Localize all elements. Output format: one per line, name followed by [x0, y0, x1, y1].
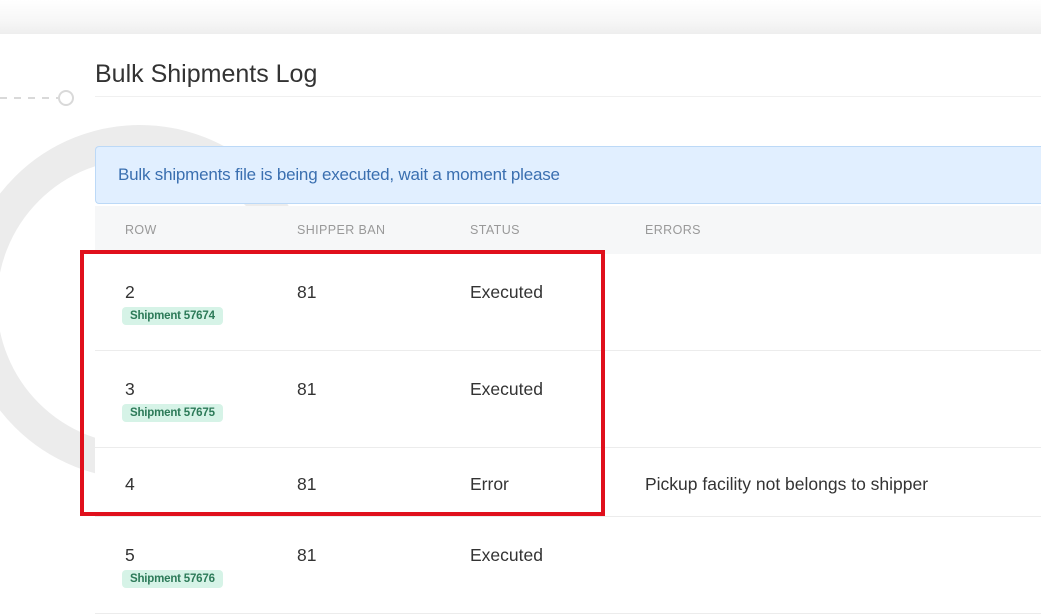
top-bar-shadow: [0, 0, 1041, 34]
column-header-row[interactable]: ROW: [125, 223, 157, 237]
row-number: 5: [125, 545, 135, 565]
shipper-ban-value: 81: [297, 545, 317, 565]
execution-info-alert: Bulk shipments file is being executed, w…: [95, 146, 1041, 204]
shipment-tag[interactable]: Shipment 57675: [122, 404, 223, 422]
page-content: Bulk Shipments Log Bulk shipments file i…: [0, 34, 1041, 614]
page-title: Bulk Shipments Log: [95, 60, 318, 88]
shipment-tag[interactable]: Shipment 57676: [122, 570, 223, 588]
column-header-errors[interactable]: ERRORS: [645, 223, 701, 237]
row-number: 3: [125, 379, 135, 399]
shipper-ban-value: 81: [297, 282, 317, 302]
table-header: ROW SHIPPER BAN STATUS ERRORS: [95, 206, 1041, 254]
errors-value: Pickup facility not belongs to shipper: [645, 474, 929, 494]
row-number: 2: [125, 282, 135, 302]
row-number: 4: [125, 474, 135, 494]
status-value: Executed: [470, 545, 543, 565]
table-row: 4 81 Error Pickup facility not belongs t…: [95, 448, 1041, 517]
title-divider: [95, 96, 1041, 97]
status-value: Executed: [470, 379, 543, 399]
table-row: 2 Shipment 57674 81 Executed: [95, 254, 1041, 351]
table-row: 5 Shipment 57676 81 Executed: [95, 517, 1041, 614]
status-value: Error: [470, 474, 509, 494]
shipper-ban-value: 81: [297, 474, 317, 494]
column-header-status[interactable]: STATUS: [470, 223, 520, 237]
table-row: 3 Shipment 57675 81 Executed: [95, 351, 1041, 448]
shipper-ban-value: 81: [297, 379, 317, 399]
status-value: Executed: [470, 282, 543, 302]
shipment-tag[interactable]: Shipment 57674: [122, 307, 223, 325]
column-header-shipper-ban[interactable]: SHIPPER BAN: [297, 223, 385, 237]
bulk-shipments-table: ROW SHIPPER BAN STATUS ERRORS 2 Shipment…: [95, 206, 1041, 614]
